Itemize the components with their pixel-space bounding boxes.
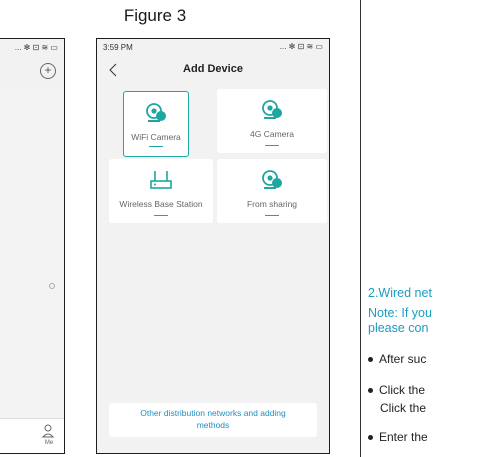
selection-underline [154, 215, 168, 216]
status-bar-icons: ... ✻ ⊡ ≋ ▭ [14, 43, 58, 52]
other-methods-button[interactable]: Other distribution networks and adding m… [109, 403, 317, 437]
device-card-4g-camera[interactable]: 4G Camera [217, 89, 327, 153]
share-camera-icon [262, 170, 282, 189]
add-device-phone-screenshot: 3:59 PM ... ✻ ⊡ ≋ ▭ Add Device WiFi Came… [96, 38, 330, 454]
base-station-icon [150, 171, 172, 189]
bullet1-text: After suc [379, 352, 427, 366]
device-label: Wireless Base Station [119, 199, 203, 209]
bullet-item: Click the [368, 383, 425, 397]
column-divider [360, 0, 361, 457]
bullet3-text: Enter the [379, 430, 428, 444]
tab-me-label: Me [44, 440, 54, 446]
other-methods-line2: methods [196, 420, 230, 430]
status-bar-icons: ... ✻ ⊡ ≋ ▭ [279, 42, 323, 51]
bullet-icon [368, 388, 373, 394]
device-card-from-sharing[interactable]: From sharing [217, 159, 327, 223]
selection-underline [149, 146, 163, 147]
section-heading: 2.Wired net [368, 286, 432, 300]
dot-icon [49, 283, 55, 289]
bullet2-text: Click the [379, 383, 426, 397]
bullet-icon [368, 435, 373, 441]
device-card-wifi-camera[interactable]: WiFi Camera [123, 91, 189, 157]
bullet-item: Enter the [368, 430, 428, 444]
device-card-wireless-base-station[interactable]: Wireless Base Station [109, 159, 213, 223]
device-label: From sharing [246, 199, 298, 209]
bullet-item: After suc [368, 352, 426, 366]
device-label: 4G Camera [250, 129, 294, 139]
status-time: 3:59 PM [103, 43, 133, 52]
4g-camera-icon [262, 100, 282, 119]
tab-bar: Me [0, 418, 64, 453]
bullet-icon [368, 357, 373, 363]
device-label: WiFi Camera [131, 132, 181, 142]
page-title: Add Device [183, 63, 243, 75]
wifi-camera-icon [146, 103, 166, 122]
device-list-area [0, 87, 64, 419]
note-line1: Note: If you [368, 306, 432, 320]
bullet2-continued: Click the [380, 401, 427, 415]
figure-title: Figure 3 [123, 6, 187, 25]
selection-underline [265, 145, 279, 146]
left-phone-screenshot: ... ✻ ⊡ ≋ ▭ + Me [0, 38, 65, 454]
other-methods-line1: Other distribution networks and adding [140, 408, 286, 418]
person-icon[interactable] [42, 424, 54, 438]
add-icon[interactable]: + [40, 63, 56, 79]
note-line2: please con [368, 321, 429, 335]
selection-underline [265, 215, 279, 216]
